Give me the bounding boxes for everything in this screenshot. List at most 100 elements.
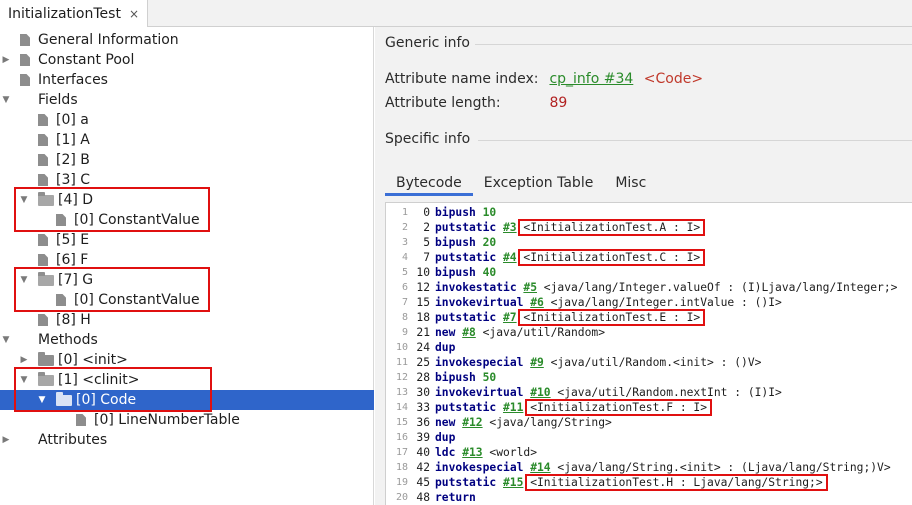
tree-node-0-linenumbertable[interactable]: [0] LineNumberTable <box>0 410 374 430</box>
tab-bytecode[interactable]: Bytecode <box>385 172 473 196</box>
tree-node-8-h[interactable]: [8] H <box>0 310 374 330</box>
instruction-offset: 45 <box>416 476 430 489</box>
tree-node-5-e[interactable]: [5] E <box>0 230 374 250</box>
cp-info-link[interactable]: cp_info #34 <box>549 71 633 87</box>
tree-node-methods[interactable]: ▼ Methods <box>0 330 374 350</box>
operand: #10 <box>530 385 550 400</box>
expanded-arrow-icon[interactable]: ▼ <box>18 190 30 210</box>
file-icon <box>38 154 48 166</box>
instruction-offset: 15 <box>416 296 430 309</box>
tree-node-constant-pool[interactable]: ▶ Constant Pool <box>0 50 374 70</box>
tab-exception-table[interactable]: Exception Table <box>473 172 605 196</box>
tree-node-label: Interfaces <box>38 72 108 88</box>
generic-info-title: Generic info <box>385 35 470 51</box>
constant-pool-link[interactable]: #8 <box>462 326 476 339</box>
tree-node-0-constantvalue[interactable]: [0] ConstantValue <box>0 290 374 310</box>
tree-node-2-b[interactable]: [2] B <box>0 150 374 170</box>
bytecode-row[interactable]: 4 7 putstatic #4 <InitializationTest.C : I> <box>386 249 912 266</box>
bytecode-row[interactable]: 8 18 putstatic #7 <InitializationTest.E : I> <box>386 309 912 326</box>
instruction-offset: 10 <box>416 266 430 279</box>
bytecode-row[interactable]: 19 45 putstatic #15 <InitializationTest.H : … <box>386 474 912 491</box>
tree-node-interfaces[interactable]: Interfaces <box>0 70 374 90</box>
tree-node-3-c[interactable]: [3] C <box>0 170 374 190</box>
tree-node-4-d[interactable]: ▼ [4] D <box>0 190 374 210</box>
operand: #12 <box>462 415 482 430</box>
expanded-arrow-icon[interactable]: ▼ <box>18 270 30 290</box>
constant-pool-link[interactable]: #3 <box>503 221 517 234</box>
tree-node-0-code[interactable]: ▼ [0] Code <box>0 390 374 410</box>
tab-misc[interactable]: Misc <box>604 172 657 196</box>
constant-pool-link[interactable]: #4 <box>503 251 517 264</box>
constant-pool-link[interactable]: #10 <box>530 386 550 399</box>
close-icon[interactable]: × <box>129 1 139 27</box>
operand: 40 <box>483 265 497 280</box>
constant-pool-link[interactable]: #9 <box>530 356 544 369</box>
tree-node-label: [1] <clinit> <box>58 372 140 388</box>
bytecode-row[interactable]: 16 39 dup <box>386 430 912 445</box>
bytecode-row[interactable]: 18 42 invokespecial #14 <java/lang/String.<i… <box>386 460 912 475</box>
operand: #4 <box>503 250 517 265</box>
bytecode-row[interactable]: 7 15 invokevirtual #6 <java/lang/Integer.int… <box>386 295 912 310</box>
expanded-arrow-icon[interactable]: ▼ <box>0 330 12 350</box>
tree-node-6-f[interactable]: [6] F <box>0 250 374 270</box>
operand: #11 <box>503 400 523 415</box>
tree-node-0-a[interactable]: [0] a <box>0 110 374 130</box>
bytecode-row[interactable]: 12 28 bipush 50 <box>386 370 912 385</box>
bytecode-row[interactable]: 6 12 invokestatic #5 <java/lang/Integer.valu… <box>386 280 912 295</box>
expanded-arrow-icon[interactable]: ▼ <box>18 370 30 390</box>
constant-pool-link[interactable]: #15 <box>503 476 523 489</box>
bytecode-view[interactable]: 1 0 bipush 10 2 2 putstatic #3 <InitializationTe… <box>385 202 912 505</box>
bytecode-row[interactable]: 20 48 return <box>386 490 912 505</box>
collapsed-arrow-icon[interactable]: ▶ <box>18 350 30 370</box>
constant-pool-link[interactable]: #12 <box>462 416 482 429</box>
tree-node-fields[interactable]: ▼ Fields <box>0 90 374 110</box>
bytecode-row[interactable]: 3 5 bipush 20 <box>386 235 912 250</box>
bytecode-row[interactable]: 15 36 new #12 <java/lang/String> <box>386 415 912 430</box>
constant-pool-link[interactable]: #6 <box>530 296 544 309</box>
line-number: 10 <box>395 342 408 353</box>
bytecode-row[interactable]: 13 30 invokevirtual #10 <java/util/Random.ne… <box>386 385 912 400</box>
constant-reference: <java/lang/String.<init> : (Ljava/lang/S… <box>557 461 891 474</box>
bytecode-row[interactable]: 2 2 putstatic #3 <InitializationTest.A : I> <box>386 219 912 236</box>
folder-icon <box>38 352 54 366</box>
expanded-arrow-icon[interactable]: ▼ <box>0 90 12 110</box>
constant-pool-link[interactable]: #5 <box>523 281 537 294</box>
constant-pool-link[interactable]: #13 <box>462 446 482 459</box>
bytecode-row[interactable]: 11 25 invokespecial #9 <java/util/Random.<in… <box>386 355 912 370</box>
tab-initializationtest[interactable]: InitializationTest × <box>0 0 149 27</box>
bytecode-row[interactable]: 10 24 dup <box>386 340 912 355</box>
tree-node-1-clinit[interactable]: ▼ [1] <clinit> <box>0 370 374 390</box>
tree-node-label: [0] LineNumberTable <box>94 412 240 428</box>
tree-node-0-init[interactable]: ▶ [0] <init> <box>0 350 374 370</box>
bytecode-row[interactable]: 14 33 putstatic #11 <InitializationTest.F : … <box>386 399 912 416</box>
folder-open-icon <box>56 392 72 406</box>
constant-pool-link[interactable]: #7 <box>503 311 517 324</box>
bytecode-row[interactable]: 1 0 bipush 10 <box>386 205 912 220</box>
tree-node-attributes[interactable]: ▶ Attributes <box>0 430 374 450</box>
tree-node-0-constantvalue[interactable]: [0] ConstantValue <box>0 210 374 230</box>
tree-node-label: General Information <box>38 32 179 48</box>
bytecode-row[interactable]: 5 10 bipush 40 <box>386 265 912 280</box>
tree-node-1-a[interactable]: [1] A <box>0 130 374 150</box>
tree-node-7-g[interactable]: ▼ [7] G <box>0 270 374 290</box>
highlighted-field-reference: <InitializationTest.C : I> <box>518 249 706 266</box>
instruction-offset: 2 <box>423 221 430 234</box>
tree-node-general-information[interactable]: General Information <box>0 30 374 50</box>
collapsed-arrow-icon[interactable]: ▶ <box>0 430 12 450</box>
file-icon <box>20 74 30 86</box>
opcode: putstatic <box>435 251 497 264</box>
tab-title: InitializationTest <box>8 5 121 22</box>
collapsed-arrow-icon[interactable]: ▶ <box>0 50 12 70</box>
constant-pool-link[interactable]: #11 <box>503 401 523 414</box>
opcode: invokevirtual <box>435 386 524 399</box>
constant-pool-link[interactable]: #14 <box>530 461 550 474</box>
file-icon <box>56 214 66 226</box>
constant-reference: <world> <box>489 446 537 459</box>
instruction-offset: 28 <box>416 371 430 384</box>
file-icon <box>56 294 66 306</box>
expanded-arrow-icon[interactable]: ▼ <box>36 390 48 410</box>
opcode: bipush <box>435 371 476 384</box>
bytecode-row[interactable]: 17 40 ldc #13 <world> <box>386 445 912 460</box>
bytecode-row[interactable]: 9 21 new #8 <java/util/Random> <box>386 325 912 340</box>
folder-open-icon <box>38 372 54 386</box>
